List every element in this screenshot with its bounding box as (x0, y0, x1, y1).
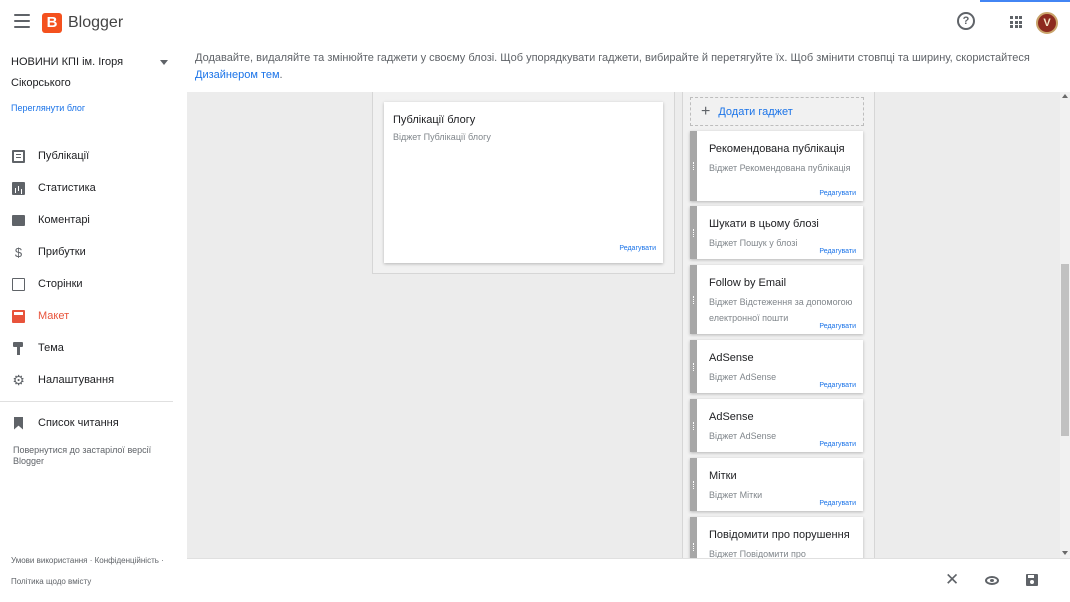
chevron-down-icon[interactable] (160, 60, 168, 65)
gadget-card[interactable]: Повідомити про порушення Віджет Повідоми… (690, 517, 863, 558)
sidebar-item-label: Публікації (38, 150, 90, 162)
avatar[interactable]: V (1036, 12, 1058, 34)
sidebar-item-settings[interactable]: ⚙ Налаштування (0, 364, 187, 396)
drag-handle[interactable] (690, 206, 697, 259)
gadget-title: Мітки (709, 470, 737, 482)
drag-handle[interactable] (690, 517, 697, 558)
drag-handle[interactable] (690, 340, 697, 393)
bottom-action-bar: ✕ (187, 558, 1070, 602)
drag-handle[interactable] (690, 458, 697, 511)
sidebar-item-label: Налаштування (38, 374, 115, 386)
scroll-up-arrow-icon[interactable] (1062, 94, 1068, 98)
gadget-title: Повідомити про порушення (709, 529, 850, 541)
edit-link[interactable]: Редагувати (819, 500, 856, 507)
edit-link[interactable]: Редагувати (819, 190, 856, 197)
layout-instructions: Додавайте, видаляйте та змінюйте гаджети… (195, 50, 1055, 84)
menu-icon[interactable] (14, 14, 30, 28)
close-icon[interactable]: ✕ (945, 571, 959, 589)
sidebar-item-reading-list[interactable]: Список читання (0, 407, 187, 439)
plus-icon: + (701, 102, 711, 120)
top-bar: B Blogger ? V (0, 0, 1070, 46)
drag-handle[interactable] (690, 131, 697, 201)
sidebar-item-layout[interactable]: Макет (0, 300, 187, 332)
divider (0, 401, 173, 402)
gadget-title: Follow by Email (709, 277, 787, 289)
stats-icon (12, 181, 25, 195)
gadget-title: Публікації блогу (393, 114, 476, 126)
add-gadget-button[interactable]: + Додати гаджет (690, 97, 864, 126)
sidebar-item-stats[interactable]: Статистика (0, 172, 187, 204)
footer-separator: · (89, 556, 93, 565)
sidebar-item-comments[interactable]: Коментарі (0, 204, 187, 236)
scroll-down-arrow-icon[interactable] (1062, 551, 1068, 555)
dollar-icon: $ (14, 244, 23, 260)
gadget-title: AdSense (709, 352, 754, 364)
gadget-title: AdSense (709, 411, 754, 423)
sidebar-item-label: Тема (38, 342, 64, 354)
sidebar-item-label: Статистика (38, 182, 96, 194)
gadget-subtitle: Віджет Публікації блогу (393, 132, 491, 142)
pages-icon (12, 277, 25, 291)
legacy-version-link[interactable]: Повернутися до застарілої версії Blogger (13, 445, 173, 467)
blog-posts-gadget[interactable]: Публікації блогу Віджет Публікації блогу… (384, 102, 663, 263)
theme-icon (12, 341, 25, 355)
add-gadget-label: Додати гаджет (718, 105, 793, 118)
view-blog-link[interactable]: Переглянути блог (11, 103, 85, 113)
save-icon[interactable] (1026, 574, 1038, 586)
edit-link[interactable]: Редагувати (819, 382, 856, 389)
instructions-tail: . (279, 69, 283, 81)
apps-grid-icon[interactable] (1010, 16, 1022, 28)
blogger-logo-icon[interactable]: B (42, 13, 62, 33)
help-icon[interactable]: ? (957, 12, 975, 30)
settings-icon: ⚙ (12, 371, 25, 388)
bookmark-icon (12, 417, 25, 430)
terms-link[interactable]: Умови використання (11, 556, 87, 565)
posts-icon (12, 149, 25, 163)
sidebar-item-earnings[interactable]: $ Прибутки (0, 236, 187, 268)
gadget-subtitle: Віджет Повідомити про (709, 549, 806, 558)
sidebar-item-pages[interactable]: Сторінки (0, 268, 187, 300)
layout-icon (12, 309, 25, 323)
edit-link[interactable]: Редагувати (619, 245, 656, 252)
sidebar: НОВИНИ КПІ ім. Ігоря Сікорського Перегля… (0, 46, 187, 602)
gadget-title: Рекомендована публікація (709, 143, 845, 155)
sidebar-item-label: Макет (38, 310, 70, 322)
drag-handle[interactable] (690, 265, 697, 334)
preview-eye-icon[interactable] (985, 576, 999, 585)
edit-link[interactable]: Редагувати (819, 441, 856, 448)
loading-progress-bar (980, 0, 1070, 2)
footer-separator: · (161, 556, 164, 565)
sidebar-item-label: Прибутки (38, 246, 86, 258)
layout-canvas: Публікації блогу Віджет Публікації блогу… (187, 92, 1060, 558)
theme-designer-link[interactable]: Дизайнером тем (195, 69, 280, 81)
gadget-card[interactable]: Мітки Віджет Мітки Редагувати (690, 458, 863, 511)
scrollbar[interactable] (1060, 92, 1070, 558)
sidebar-item-label: Сторінки (38, 278, 83, 290)
gadget-subtitle: Віджет Відстеження за допомогою електрон… (709, 297, 853, 323)
sidebar-nav: Публікації Статистика Коментарі $ Прибут… (0, 140, 187, 439)
edit-link[interactable]: Редагувати (819, 323, 856, 330)
gadget-card[interactable]: Шукати в цьому блозі Віджет Пошук у блоз… (690, 206, 863, 259)
sidebar-item-label: Список читання (38, 417, 119, 429)
scrollbar-thumb[interactable] (1061, 264, 1069, 436)
sidebar-item-label: Коментарі (38, 214, 90, 226)
gadget-card[interactable]: AdSense Віджет AdSense Редагувати (690, 399, 863, 452)
footer-links: Умови використання · Конфіденційність · … (11, 555, 186, 597)
instructions-text: Додавайте, видаляйте та змінюйте гаджети… (195, 52, 1030, 64)
gadget-card[interactable]: Follow by Email Віджет Відстеження за до… (690, 265, 863, 334)
brand-name[interactable]: Blogger (68, 14, 123, 32)
edit-link[interactable]: Редагувати (819, 248, 856, 255)
gadget-title: Шукати в цьому блозі (709, 218, 819, 230)
gadget-subtitle: Віджет Рекомендована публікація (709, 163, 851, 173)
content-policy-link[interactable]: Політика щодо вмісту (11, 577, 91, 586)
blog-selector[interactable]: НОВИНИ КПІ ім. Ігоря Сікорського (11, 52, 161, 94)
gadget-card[interactable]: AdSense Віджет AdSense Редагувати (690, 340, 863, 393)
comments-icon (12, 214, 25, 226)
privacy-link[interactable]: Конфіденційність (95, 556, 159, 565)
sidebar-item-theme[interactable]: Тема (0, 332, 187, 364)
gadget-card[interactable]: Рекомендована публікація Віджет Рекоменд… (690, 131, 863, 201)
sidebar-item-posts[interactable]: Публікації (0, 140, 187, 172)
drag-handle[interactable] (690, 399, 697, 452)
